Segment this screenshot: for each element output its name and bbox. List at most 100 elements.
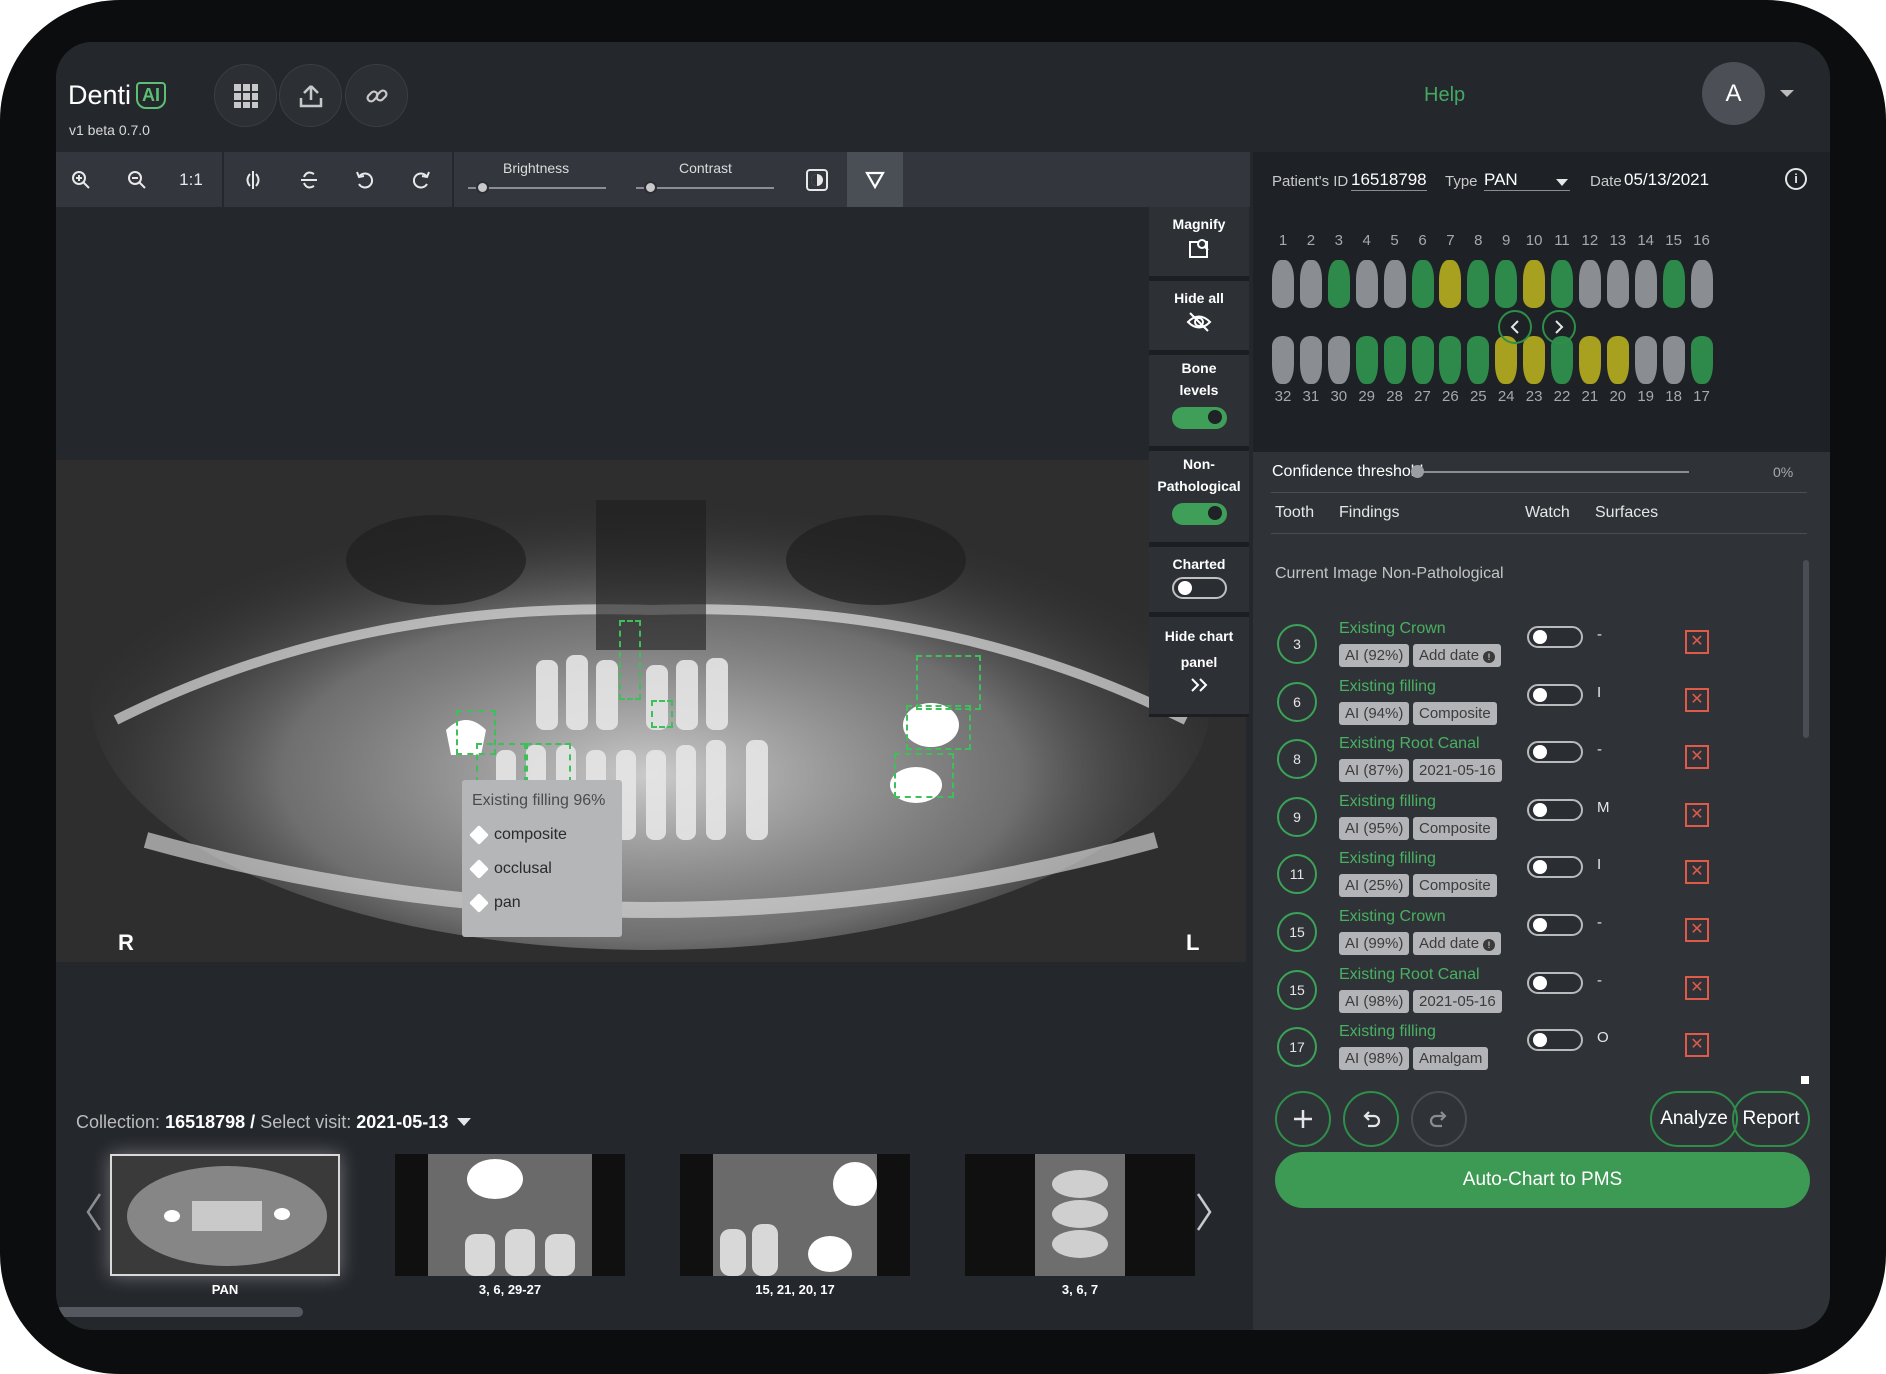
redo-button[interactable] bbox=[1411, 1091, 1467, 1147]
finding-detail-chip[interactable]: Add date! bbox=[1413, 644, 1502, 667]
thumbnail-periapical[interactable] bbox=[965, 1154, 1195, 1276]
finding-detail-chip[interactable]: Composite bbox=[1413, 874, 1497, 898]
contrast-slider-knob[interactable] bbox=[643, 181, 657, 194]
brightness-slider-knob[interactable] bbox=[475, 181, 489, 194]
tooth-30[interactable] bbox=[1327, 336, 1350, 384]
flip-horizontal-button[interactable] bbox=[228, 152, 278, 207]
watch-toggle[interactable] bbox=[1527, 798, 1583, 821]
confidence-slider-knob[interactable] bbox=[1411, 465, 1424, 478]
tooth-1[interactable] bbox=[1272, 260, 1294, 308]
finding-name[interactable]: Existing filling bbox=[1339, 850, 1436, 868]
tooth-16[interactable] bbox=[1690, 260, 1713, 308]
tooth-23[interactable] bbox=[1523, 336, 1546, 384]
date-value[interactable]: 05/13/2021 bbox=[1624, 170, 1709, 190]
finding-row[interactable]: 3 Existing Crown AI (92%) Add date! - ✕ bbox=[1253, 620, 1830, 678]
tooth-21[interactable] bbox=[1578, 336, 1601, 384]
tooth-15[interactable] bbox=[1662, 260, 1685, 308]
delete-finding-button[interactable]: ✕ bbox=[1685, 918, 1709, 942]
watch-toggle[interactable] bbox=[1527, 626, 1583, 648]
add-finding-button[interactable] bbox=[1275, 1091, 1331, 1147]
panoramic-xray-image[interactable]: R L bbox=[56, 460, 1246, 962]
finding-row[interactable]: 6 Existing filling AI (94%) Composite I ✕ bbox=[1253, 678, 1830, 736]
finding-detail-chip[interactable]: 2021-05-16 bbox=[1413, 759, 1502, 783]
chevron-down-icon[interactable] bbox=[1780, 90, 1794, 97]
analyze-button[interactable]: Analyze bbox=[1650, 1091, 1738, 1147]
watch-toggle[interactable] bbox=[1527, 741, 1583, 764]
filter-button[interactable] bbox=[847, 152, 903, 207]
tooth-badge[interactable]: 8 bbox=[1277, 739, 1317, 780]
finding-box[interactable] bbox=[906, 705, 971, 750]
finding-row[interactable]: 8 Existing Root Canal AI (87%) 2021-05-16 - ✕ bbox=[1253, 735, 1830, 793]
findings-scrollbar[interactable] bbox=[1803, 560, 1809, 738]
tooth-14[interactable] bbox=[1634, 260, 1657, 308]
hide-all-button[interactable]: Hide all bbox=[1149, 281, 1249, 353]
delete-finding-button[interactable]: ✕ bbox=[1685, 745, 1709, 770]
tooth-19[interactable] bbox=[1634, 336, 1657, 384]
finding-box[interactable] bbox=[619, 620, 641, 700]
finding-name[interactable]: Existing filling bbox=[1339, 793, 1436, 811]
delete-finding-button[interactable]: ✕ bbox=[1685, 1033, 1709, 1058]
info-button[interactable]: i bbox=[1785, 168, 1807, 190]
finding-box[interactable] bbox=[526, 743, 571, 783]
tooth-17[interactable] bbox=[1690, 336, 1713, 384]
finding-box[interactable] bbox=[894, 753, 954, 798]
thumbnail-bitewing-2[interactable] bbox=[680, 1154, 910, 1276]
tooth-5[interactable] bbox=[1383, 260, 1406, 308]
grid-view-button[interactable] bbox=[214, 64, 277, 127]
chart-next-button[interactable] bbox=[1542, 310, 1576, 344]
tooth-badge[interactable]: 17 bbox=[1277, 1027, 1317, 1068]
finding-box[interactable] bbox=[916, 655, 981, 710]
help-link[interactable]: Help bbox=[1424, 84, 1465, 107]
tooth-badge[interactable]: 9 bbox=[1277, 796, 1317, 837]
delete-finding-button[interactable]: ✕ bbox=[1685, 687, 1709, 712]
watch-toggle[interactable] bbox=[1527, 914, 1583, 936]
watch-toggle[interactable] bbox=[1527, 856, 1583, 879]
delete-finding-button[interactable]: ✕ bbox=[1685, 975, 1709, 1000]
finding-row[interactable]: 17 Existing filling AI (98%) Amalgam O ✕ bbox=[1253, 1023, 1830, 1081]
zoom-in-button[interactable] bbox=[56, 152, 106, 207]
thumbnail-bitewing-1[interactable] bbox=[395, 1154, 625, 1276]
finding-detail-chip[interactable]: Amalgam bbox=[1413, 1047, 1489, 1071]
finding-row[interactable]: 9 Existing filling AI (95%) Composite M ✕ bbox=[1253, 793, 1830, 851]
finding-name[interactable]: Existing Crown bbox=[1339, 620, 1446, 638]
thumbnail-pan[interactable] bbox=[110, 1154, 340, 1276]
charted-toggle[interactable] bbox=[1171, 577, 1227, 599]
app-logo[interactable]: Denti AI bbox=[68, 80, 167, 111]
finding-name[interactable]: Existing Root Canal bbox=[1339, 966, 1480, 984]
type-select[interactable]: PAN bbox=[1484, 170, 1570, 191]
invert-colors-button[interactable] bbox=[792, 152, 842, 207]
undo-button[interactable] bbox=[1343, 1091, 1399, 1147]
tooth-9[interactable] bbox=[1495, 260, 1518, 308]
thumbnails-next-button[interactable] bbox=[1194, 1192, 1214, 1237]
tooth-7[interactable] bbox=[1439, 260, 1462, 308]
tooth-badge[interactable]: 15 bbox=[1277, 912, 1317, 952]
auto-chart-button[interactable]: Auto-Chart to PMS bbox=[1275, 1152, 1810, 1208]
finding-detail-chip[interactable]: Add date! bbox=[1413, 932, 1502, 955]
finding-detail-chip[interactable]: Composite bbox=[1413, 816, 1497, 840]
tooth-26[interactable] bbox=[1439, 336, 1462, 384]
tooth-4[interactable] bbox=[1355, 260, 1378, 308]
tooth-13[interactable] bbox=[1606, 260, 1629, 308]
tooth-badge[interactable]: 11 bbox=[1277, 854, 1317, 895]
delete-finding-button[interactable]: ✕ bbox=[1685, 630, 1709, 654]
share-link-button[interactable] bbox=[345, 64, 408, 127]
delete-finding-button[interactable]: ✕ bbox=[1685, 802, 1709, 827]
tooth-12[interactable] bbox=[1578, 260, 1601, 308]
rotate-left-button[interactable] bbox=[340, 152, 390, 207]
tooth-badge[interactable]: 3 bbox=[1277, 624, 1317, 664]
finding-detail-chip[interactable]: Composite bbox=[1413, 701, 1497, 725]
tooth-27[interactable] bbox=[1411, 336, 1434, 384]
tooth-32[interactable] bbox=[1272, 336, 1294, 384]
rotate-right-button[interactable] bbox=[396, 152, 446, 207]
tooth-31[interactable] bbox=[1299, 336, 1322, 384]
tooth-25[interactable] bbox=[1467, 336, 1490, 384]
delete-finding-button[interactable]: ✕ bbox=[1685, 860, 1709, 885]
tooth-10[interactable] bbox=[1523, 260, 1546, 308]
finding-row[interactable]: 15 Existing Root Canal AI (98%) 2021-05-16 -… bbox=[1253, 966, 1830, 1024]
finding-box[interactable] bbox=[476, 743, 526, 783]
report-button[interactable]: Report bbox=[1732, 1091, 1810, 1147]
finding-name[interactable]: Existing Crown bbox=[1339, 908, 1446, 926]
finding-detail-chip[interactable]: 2021-05-16 bbox=[1413, 989, 1502, 1013]
watch-toggle[interactable] bbox=[1527, 971, 1583, 994]
tooth-18[interactable] bbox=[1662, 336, 1685, 384]
